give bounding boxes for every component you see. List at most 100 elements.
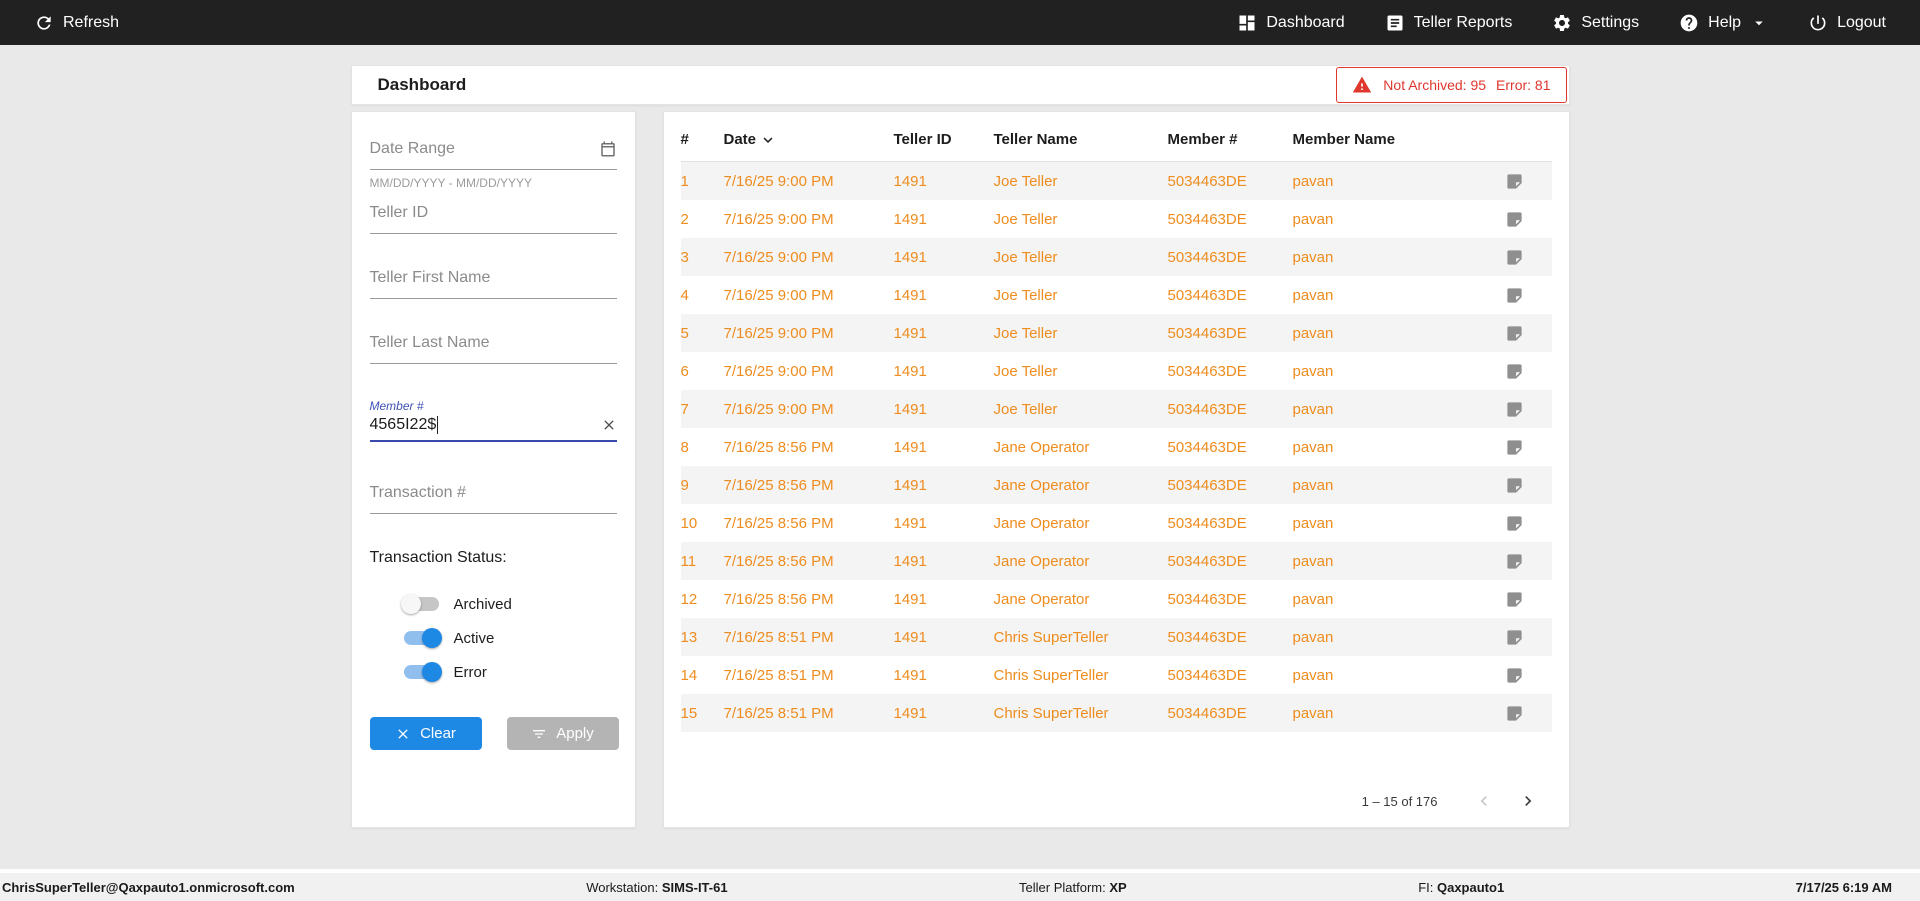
teller-name-cell: Joe Teller — [994, 325, 1168, 342]
note-icon[interactable] — [1478, 590, 1552, 609]
note-icon[interactable] — [1478, 628, 1552, 647]
nav-help[interactable]: Help — [1679, 13, 1768, 33]
apply-button[interactable]: Apply — [507, 717, 619, 750]
note-icon[interactable] — [1478, 552, 1552, 571]
member-name-cell: pavan — [1293, 325, 1478, 342]
teller-first-name-field[interactable]: Teller First Name — [370, 269, 617, 299]
nav-settings[interactable]: Settings — [1552, 13, 1639, 33]
row-number: 1 — [681, 173, 724, 190]
teller-last-name-field[interactable]: Teller Last Name — [370, 334, 617, 364]
transaction-number-field[interactable]: Transaction # — [370, 484, 617, 514]
table-row[interactable]: 147/16/25 8:51 PM1491Chris SuperTeller50… — [681, 656, 1552, 694]
teller-name-cell: Jane Operator — [994, 439, 1168, 456]
active-toggle-switch[interactable] — [404, 631, 439, 645]
table-row[interactable]: 127/16/25 8:56 PM1491Jane Operator503446… — [681, 580, 1552, 618]
error-toggle-label: Error — [454, 664, 487, 681]
table-row[interactable]: 117/16/25 8:56 PM1491Jane Operator503446… — [681, 542, 1552, 580]
table-row[interactable]: 27/16/25 9:00 PM1491Joe Teller5034463DEp… — [681, 200, 1552, 238]
row-number: 4 — [681, 287, 724, 304]
member-name-cell: pavan — [1293, 553, 1478, 570]
col-header-date[interactable]: Date — [724, 131, 894, 149]
note-icon[interactable] — [1478, 362, 1552, 381]
member-number-cell: 5034463DE — [1168, 173, 1293, 190]
date-cell: 7/16/25 8:51 PM — [724, 667, 894, 684]
note-icon[interactable] — [1478, 400, 1552, 419]
refresh-button[interactable]: Refresh — [34, 13, 119, 33]
note-icon[interactable] — [1478, 666, 1552, 685]
clear-member-number-button[interactable] — [601, 417, 617, 433]
next-page-button[interactable] — [1518, 791, 1538, 811]
refresh-icon — [34, 13, 54, 33]
teller-id-cell: 1491 — [894, 287, 994, 304]
note-icon[interactable] — [1478, 210, 1552, 229]
results-table: # Date Teller ID Teller Name Member # Me… — [663, 111, 1570, 828]
toggle-active[interactable]: Active — [404, 621, 617, 655]
member-number-cell: 5034463DE — [1168, 325, 1293, 342]
teller-name-cell: Chris SuperTeller — [994, 629, 1168, 646]
member-name-cell: pavan — [1293, 667, 1478, 684]
member-number-cell: 5034463DE — [1168, 401, 1293, 418]
pagination: 1 – 15 of 176 — [681, 791, 1552, 811]
table-row[interactable]: 37/16/25 9:00 PM1491Joe Teller5034463DEp… — [681, 238, 1552, 276]
teller-id-cell: 1491 — [894, 363, 994, 380]
table-row[interactable]: 67/16/25 9:00 PM1491Joe Teller5034463DEp… — [681, 352, 1552, 390]
member-number-field[interactable]: Member # 4565I22$ — [370, 399, 617, 442]
member-number-cell: 5034463DE — [1168, 439, 1293, 456]
table-row[interactable]: 157/16/25 8:51 PM1491Chris SuperTeller50… — [681, 694, 1552, 732]
teller-id-cell: 1491 — [894, 173, 994, 190]
member-number-cell: 5034463DE — [1168, 363, 1293, 380]
teller-name-cell: Joe Teller — [994, 287, 1168, 304]
teller-id-cell: 1491 — [894, 439, 994, 456]
calendar-icon[interactable] — [599, 140, 617, 158]
table-row[interactable]: 47/16/25 9:00 PM1491Joe Teller5034463DEp… — [681, 276, 1552, 314]
col-header-number: # — [681, 131, 724, 148]
table-row[interactable]: 87/16/25 8:56 PM1491Jane Operator5034463… — [681, 428, 1552, 466]
toggle-error[interactable]: Error — [404, 655, 617, 689]
table-row[interactable]: 107/16/25 8:56 PM1491Jane Operator503446… — [681, 504, 1552, 542]
col-header-member-name: Member Name — [1293, 131, 1478, 148]
teller-name-cell: Joe Teller — [994, 211, 1168, 228]
teller-id-placeholder: Teller ID — [370, 204, 429, 222]
archived-toggle-switch[interactable] — [404, 597, 439, 611]
note-icon[interactable] — [1478, 514, 1552, 533]
member-number-cell: 5034463DE — [1168, 705, 1293, 722]
note-icon[interactable] — [1478, 286, 1552, 305]
table-row[interactable]: 77/16/25 9:00 PM1491Joe Teller5034463DEp… — [681, 390, 1552, 428]
note-icon[interactable] — [1478, 476, 1552, 495]
teller-last-name-placeholder: Teller Last Name — [370, 334, 490, 352]
nav-logout[interactable]: Logout — [1808, 13, 1886, 33]
nav-dashboard[interactable]: Dashboard — [1237, 13, 1344, 33]
note-icon[interactable] — [1478, 324, 1552, 343]
row-number: 12 — [681, 591, 724, 608]
note-icon[interactable] — [1478, 704, 1552, 723]
table-row[interactable]: 137/16/25 8:51 PM1491Chris SuperTeller50… — [681, 618, 1552, 656]
note-icon[interactable] — [1478, 248, 1552, 267]
date-cell: 7/16/25 9:00 PM — [724, 211, 894, 228]
nav-teller-reports[interactable]: Teller Reports — [1385, 13, 1513, 33]
table-body: 17/16/25 9:00 PM1491Joe Teller5034463DEp… — [681, 162, 1552, 732]
note-icon[interactable] — [1478, 172, 1552, 191]
member-number-cell: 5034463DE — [1168, 515, 1293, 532]
date-cell: 7/16/25 9:00 PM — [724, 401, 894, 418]
table-row[interactable]: 17/16/25 9:00 PM1491Joe Teller5034463DEp… — [681, 162, 1552, 200]
col-header-member-number: Member # — [1168, 131, 1293, 148]
error-toggle-switch[interactable] — [404, 665, 439, 679]
date-range-field[interactable]: Date Range MM/DD/YYYY - MM/DD/YYYY — [370, 140, 617, 190]
note-icon[interactable] — [1478, 438, 1552, 457]
member-name-cell: pavan — [1293, 401, 1478, 418]
member-number-cell: 5034463DE — [1168, 553, 1293, 570]
member-name-cell: pavan — [1293, 629, 1478, 646]
nav-help-label: Help — [1708, 14, 1741, 32]
col-header-date-label: Date — [724, 131, 757, 148]
table-row[interactable]: 97/16/25 8:56 PM1491Jane Operator5034463… — [681, 466, 1552, 504]
clear-button[interactable]: Clear — [370, 717, 482, 750]
logged-in-user: ChrisSuperTeller@Qaxpauto1.onmicrosoft.c… — [2, 880, 295, 895]
clear-field-icon — [601, 417, 617, 433]
status-alert: Not Archived: 95 Error: 81 — [1336, 67, 1566, 103]
member-name-cell: pavan — [1293, 477, 1478, 494]
teller-id-field[interactable]: Teller ID — [370, 204, 617, 234]
toggle-archived[interactable]: Archived — [404, 587, 617, 621]
prev-page-button[interactable] — [1474, 791, 1494, 811]
table-row[interactable]: 57/16/25 9:00 PM1491Joe Teller5034463DEp… — [681, 314, 1552, 352]
teller-id-cell: 1491 — [894, 477, 994, 494]
